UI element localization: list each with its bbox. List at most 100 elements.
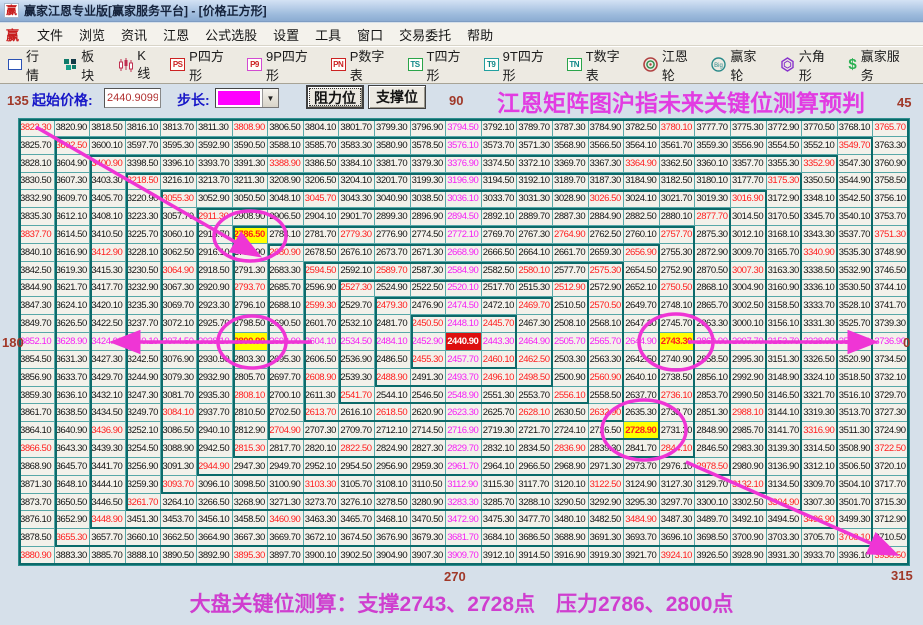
grid-cell: 2479.30: [375, 297, 411, 315]
grid-cell: 3405.70: [90, 190, 126, 208]
grid-cell: 2940.10: [197, 422, 233, 440]
menu-item-公式选股[interactable]: 公式选股: [197, 23, 265, 46]
grid-cell: 2992.90: [731, 369, 767, 387]
chevron-down-icon[interactable]: ▼: [262, 89, 278, 107]
grid-cell: 3086.50: [161, 422, 197, 440]
grid-cell: 2954.50: [339, 458, 375, 476]
grid-cell-center: 2440.90: [446, 333, 482, 351]
grid-cell: 3285.70: [482, 494, 518, 512]
menu-item-工具[interactable]: 工具: [307, 23, 349, 46]
grid-cell: 2637.70: [624, 387, 660, 405]
grid-cell: 2704.90: [268, 422, 304, 440]
toolbar-button-行情[interactable]: 行情: [8, 46, 50, 84]
menu-item-帮助[interactable]: 帮助: [459, 23, 501, 46]
grid-cell: 3242.50: [126, 351, 162, 369]
grid-cell: 3859.30: [19, 387, 55, 405]
grid-cell: 3420.10: [90, 297, 126, 315]
toolbar-label: 板块: [81, 46, 105, 84]
support-button[interactable]: 支撑位: [368, 85, 426, 109]
toolbar-button-P四方形[interactable]: PSP四方形: [170, 46, 234, 84]
grid-cell: 3556.90: [731, 137, 767, 155]
grid-cell: 2548.90: [446, 387, 482, 405]
grid-cell: 2551.30: [482, 387, 518, 405]
grid-cell: 3520.90: [838, 351, 874, 369]
grid-cell: 2628.10: [517, 404, 553, 422]
grid-cell: 3691.30: [589, 529, 625, 547]
start-price-input[interactable]: [104, 88, 161, 108]
grid-cell: 3549.70: [838, 137, 874, 155]
toolbar-button-9P四方形[interactable]: P99P四方形: [247, 46, 318, 84]
grid-cell: 3288.10: [517, 494, 553, 512]
toolbar-button-P数字表[interactable]: PNP数字表: [331, 46, 395, 84]
grid-cell: 2868.10: [695, 280, 731, 298]
toolbar-button-赢家服务[interactable]: $赢家服务: [848, 46, 910, 84]
grid-cell: 3448.90: [90, 511, 126, 529]
grid-cell: 3624.10: [55, 297, 91, 315]
grid-cell: 2752.90: [660, 262, 696, 280]
resistance-button[interactable]: 阻力位: [306, 85, 364, 109]
grid-cell: 3489.70: [695, 511, 731, 529]
grid-cell: 2608.90: [304, 369, 340, 387]
grid-cell: 3009.70: [731, 244, 767, 262]
grid-cell: 3333.70: [802, 297, 838, 315]
grid-cell: 3703.30: [767, 529, 803, 547]
grid-cell: 3924.10: [660, 547, 696, 565]
svg-text:Big: Big: [715, 63, 724, 69]
grid-cell: 3804.10: [304, 119, 340, 137]
grid-cell: 2632.90: [589, 404, 625, 422]
grid-cell: 3916.90: [553, 547, 589, 565]
grid-cell: 2580.10: [517, 262, 553, 280]
step-color-dropdown[interactable]: ▼: [215, 88, 279, 108]
grid-cell: 3463.30: [304, 511, 340, 529]
grid-cell: 3021.70: [660, 190, 696, 208]
grid-cell-key-level: 2728.90: [624, 422, 660, 440]
grid-cell: 3900.10: [304, 547, 340, 565]
grid-cell: 3007.30: [731, 262, 767, 280]
menu-item-交易委托[interactable]: 交易委托: [391, 23, 459, 46]
grid-cell: 3933.70: [802, 547, 838, 565]
grid-cell: 3700.90: [731, 529, 767, 547]
menu-item-设置[interactable]: 设置: [265, 23, 307, 46]
grid-cell: 3069.70: [161, 297, 197, 315]
grid-cell: 3372.10: [517, 155, 553, 173]
grid-cell: 2472.10: [482, 297, 518, 315]
grid-cell: 3033.70: [482, 190, 518, 208]
blocks-icon: [63, 58, 77, 71]
toolbar-label: 9P四方形: [266, 46, 318, 84]
step-color-swatch: [218, 91, 260, 105]
grid-cell: 2575.30: [589, 262, 625, 280]
grid-cell: 3292.90: [589, 494, 625, 512]
badge-icon: T9: [484, 58, 499, 71]
grid-cell: 2892.10: [482, 208, 518, 226]
grid-cell: 3854.50: [19, 351, 55, 369]
grid-cell: 3268.90: [233, 494, 269, 512]
grid-cell: 2911.30: [197, 208, 233, 226]
toolbar-button-K线[interactable]: K线: [118, 48, 157, 82]
toolbar-button-T四方形[interactable]: TST四方形: [408, 46, 471, 84]
toolbar-button-江恩轮[interactable]: 江恩轮: [643, 46, 699, 84]
menu-item-窗口[interactable]: 窗口: [349, 23, 391, 46]
grid-cell: 2904.10: [304, 208, 340, 226]
grid-cell: 3110.50: [411, 476, 447, 494]
toolbar-button-赢家轮[interactable]: Big赢家轮: [711, 46, 767, 84]
toolbar-button-板块[interactable]: 板块: [63, 46, 105, 84]
grid-cell: 2584.90: [446, 262, 482, 280]
grid-cell: 3696.10: [660, 529, 696, 547]
grid-cell: 2781.70: [304, 226, 340, 244]
toolbar-button-9T四方形[interactable]: T99T四方形: [484, 46, 554, 84]
grid-cell: 3393.70: [197, 155, 233, 173]
toolbar-button-T数字表[interactable]: TNT数字表: [567, 46, 630, 84]
grid-cell: 2784.10: [268, 226, 304, 244]
grid-cell: 3165.70: [767, 244, 803, 262]
grid-cell: 2896.90: [411, 208, 447, 226]
menu-item-江恩[interactable]: 江恩: [155, 23, 197, 46]
grid-cell: 2848.90: [695, 422, 731, 440]
menu-item-资讯[interactable]: 资讯: [113, 23, 155, 46]
grid-cell: 3768.10: [838, 119, 874, 137]
toolbar-button-六角形[interactable]: 六角形: [780, 46, 836, 84]
badge-icon: TS: [408, 58, 423, 71]
toolbar-label: 行情: [26, 46, 50, 84]
menu-item-浏览[interactable]: 浏览: [71, 23, 113, 46]
grid-cell: 3912.10: [482, 547, 518, 565]
menu-item-文件[interactable]: 文件: [29, 23, 71, 46]
